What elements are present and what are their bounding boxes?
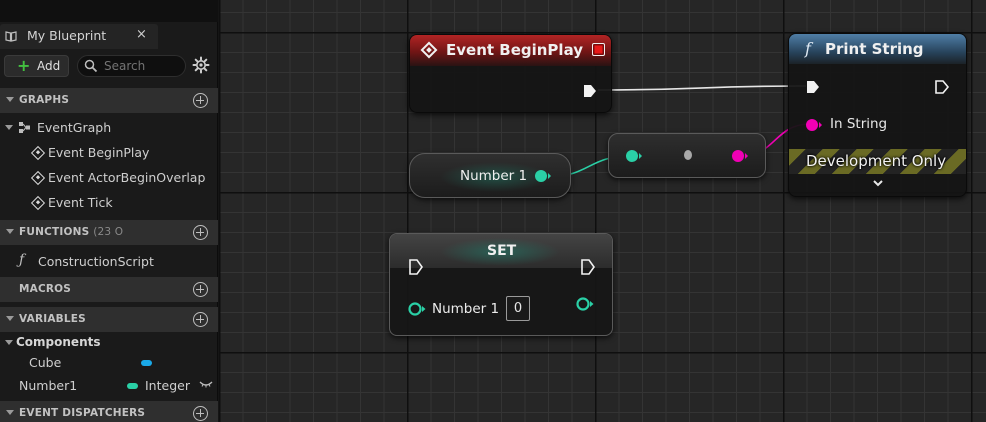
event-icon [420,41,438,59]
integer-input-pin[interactable] [625,149,643,163]
set-pin-label: Number 1 [432,301,500,317]
event-icon [30,195,46,211]
close-tab-icon[interactable]: × [136,27,147,42]
event-label: Event ActorBeginOverlap [48,170,206,185]
node-title: Event BeginPlay [446,41,584,59]
exec-output-pin[interactable] [582,83,598,99]
function-label: ConstructionScript [38,254,154,269]
variable-type: Integer [145,378,190,393]
search-input[interactable] [104,58,182,74]
collapse-caret-icon[interactable] [5,340,13,345]
graphs-section-header[interactable]: GRAPHS [0,88,218,113]
category-label: Components [16,335,101,349]
int-to-string-conversion-node[interactable] [608,133,766,178]
add-button[interactable]: + Add [4,55,69,77]
event-label: Event BeginPlay [48,145,150,160]
graph-icon [19,122,30,133]
macros-section-label: MACROS [19,283,72,295]
exec-input-pin[interactable] [805,79,821,95]
visibility-eye-icon[interactable] [199,381,213,389]
collapse-caret-icon[interactable] [6,316,14,321]
function-icon: ƒ [19,252,25,268]
exec-output-pin[interactable] [580,258,596,276]
collapse-caret-icon[interactable] [6,229,14,234]
variable-name: Cube [29,355,62,370]
variable-label: Number 1 [460,168,528,184]
integer-input-pin[interactable] [407,301,427,317]
functions-count: (23 O [93,226,124,238]
plus-icon: + [17,56,31,75]
functions-section-label: FUNCTIONS (23 O [19,226,123,238]
in-string-label: In String [830,116,888,132]
gear-icon[interactable] [192,56,210,74]
node-title: Print String [825,40,924,58]
print-string-node[interactable]: f Print String In String Development Onl… [788,33,967,197]
variable-item-number1[interactable]: Number1 Integer [0,374,218,398]
my-blueprint-tab[interactable]: My Blueprint × [0,24,158,49]
object-type-pill-icon [141,360,152,366]
eventgraph-label: EventGraph [37,120,112,135]
add-variable-button[interactable] [193,312,208,327]
exec-output-pin[interactable] [934,79,950,95]
set-number1-node[interactable]: SET Number 1 [389,233,613,336]
conversion-dot-icon [684,150,692,160]
variables-section-label: VARIABLES [19,313,86,325]
event-icon [30,145,46,161]
chevron-down-icon[interactable] [872,177,884,189]
development-only-label: Development Only [806,152,947,170]
development-only-banner: Development Only [789,149,966,174]
search-icon [84,59,98,73]
event-dispatchers-section-header[interactable]: EVENT DISPATCHERS [0,401,218,422]
graphs-section-label: GRAPHS [19,94,70,106]
variable-name: Number1 [19,378,78,393]
integer-output-pin[interactable] [534,169,552,183]
delegate-output-icon[interactable] [592,43,605,56]
panel-top-strip [0,0,218,22]
functions-section-header[interactable]: FUNCTIONS (23 O [0,220,218,245]
tree-item-event-actorbeginoverlap[interactable]: Event ActorBeginOverlap [0,166,218,190]
search-box[interactable] [77,55,186,77]
variable-category-components[interactable]: Components [0,333,218,352]
functions-title: FUNCTIONS [19,226,90,238]
add-macro-button[interactable] [193,282,208,297]
integer-value-field[interactable] [506,296,530,321]
tab-title: My Blueprint [27,28,107,43]
node-title: SET [487,243,517,259]
my-blueprint-panel: My Blueprint × + Add GRAPHS [0,0,218,422]
tree-item-event-beginplay[interactable]: Event BeginPlay [0,141,218,165]
integer-type-pill-icon [127,383,138,389]
variables-section-header[interactable]: VARIABLES [0,307,218,332]
book-icon [5,31,17,42]
node-header: Event BeginPlay [410,35,611,66]
in-string-pin[interactable] [805,118,823,132]
tree-item-event-tick[interactable]: Event Tick [0,191,218,215]
event-dispatchers-section-label: EVENT DISPATCHERS [19,407,146,419]
string-output-pin[interactable] [731,149,749,163]
exec-input-pin[interactable] [408,258,424,276]
variable-item-cube[interactable]: Cube [0,351,218,375]
event-label: Event Tick [48,195,113,210]
event-icon [30,170,46,186]
add-graph-button[interactable] [193,93,208,108]
tree-item-constructionscript[interactable]: ƒ ConstructionScript [0,250,218,274]
add-label: Add [37,59,61,73]
integer-output-pin[interactable] [575,296,595,312]
collapse-caret-icon[interactable] [5,125,13,130]
macros-section-header[interactable]: MACROS [0,277,218,302]
add-event-dispatcher-button[interactable] [193,406,208,421]
collapse-caret-icon[interactable] [6,97,14,102]
tree-item-eventgraph[interactable]: EventGraph [0,116,218,140]
number1-getter-node[interactable]: Number 1 [409,153,571,198]
event-beginplay-node[interactable]: Event BeginPlay [409,34,612,113]
add-function-button[interactable] [193,225,208,240]
node-header: f Print String [789,34,966,64]
function-icon: f [805,39,811,58]
collapse-caret-icon[interactable] [6,410,14,415]
